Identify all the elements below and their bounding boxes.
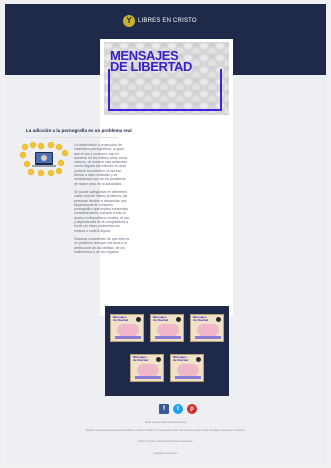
footer-copyright: Libres en Cristo, todos los derechos res…	[137, 440, 194, 443]
social-links: f t p	[159, 404, 197, 414]
hero-frame	[108, 69, 222, 111]
twitter-icon[interactable]: t	[173, 404, 183, 414]
gallery-thumbnail[interactable]: Mensajes de libertad	[110, 314, 144, 342]
emoji-cluster-illustration	[19, 142, 69, 176]
email-page: Y LIBRES EN CRISTO MENSAJES DE LIBERTAD …	[5, 4, 326, 464]
article-body: La observación y producción de materiale…	[74, 143, 130, 258]
paragraph: La observación y producción de materiale…	[74, 143, 128, 186]
gallery-thumbnail[interactable]: Mensajes de libertad	[190, 314, 224, 342]
brand-logo[interactable]: Y LIBRES EN CRISTO	[123, 15, 197, 27]
footer-note: Recibes este correo porque te suscribist…	[85, 429, 246, 432]
image-gallery: Mensajes de libertad Mensajes de liberta…	[105, 306, 229, 396]
paragraph: Se puede categorizar en diferentes casos…	[74, 189, 130, 233]
article-headline: La adicción a la pornografía es un probl…	[26, 128, 132, 133]
hero-banner: MENSAJES DE LIBERTAD	[104, 42, 229, 115]
hero-title: MENSAJES DE LIBERTAD	[110, 48, 193, 74]
gallery-thumbnail[interactable]: Mensajes de libertad	[170, 354, 204, 382]
unsubscribe-link[interactable]: Cancelar suscripción	[5, 452, 326, 456]
divider	[26, 137, 117, 138]
logo-mark-icon: Y	[123, 15, 135, 27]
gallery-thumbnail[interactable]: Mensajes de libertad	[130, 354, 164, 382]
paragraph: Estamos conscientes de que esto es un pr…	[74, 236, 130, 254]
pinterest-icon[interactable]: p	[187, 404, 197, 414]
facebook-icon[interactable]: f	[159, 404, 169, 414]
footer-link[interactable]: Visita nuestra web libresencristo.org	[5, 421, 326, 425]
logo-text: LIBRES EN CRISTO	[138, 18, 197, 24]
gallery-thumbnail[interactable]: Mensajes de libertad	[150, 314, 184, 342]
